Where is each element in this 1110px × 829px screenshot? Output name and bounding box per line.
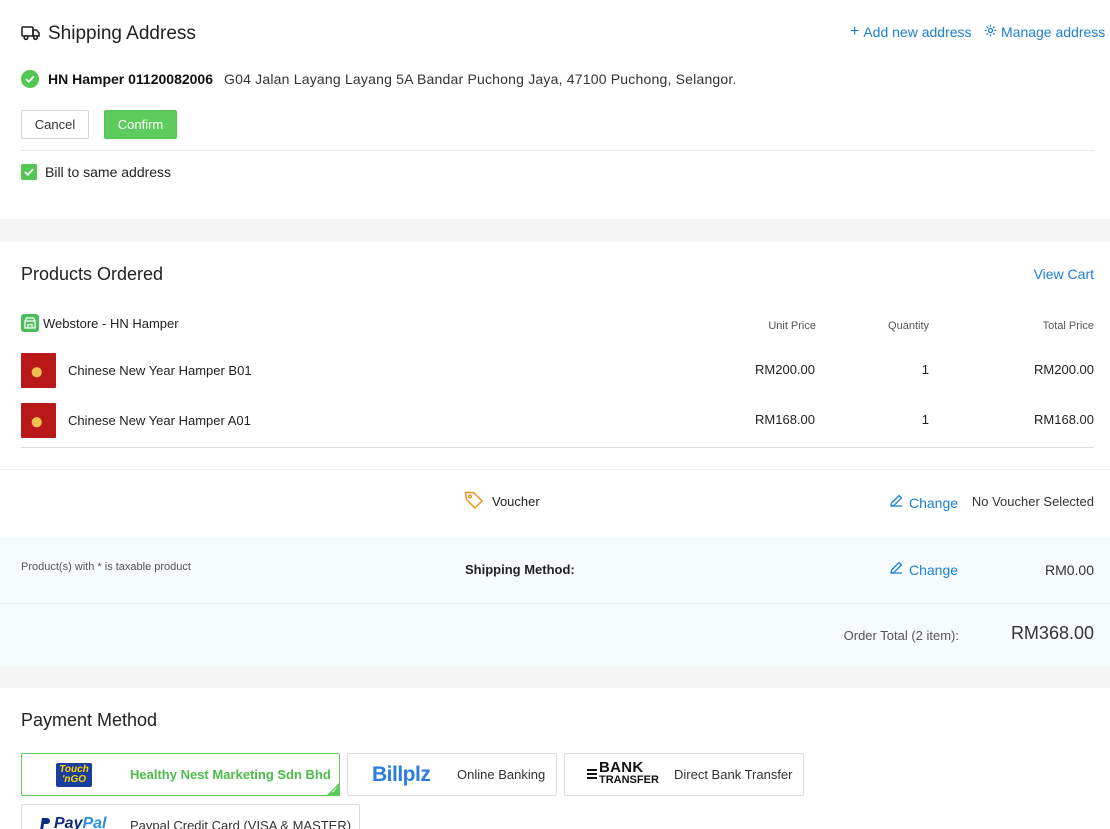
plus-icon: + <box>850 23 860 40</box>
voucher-change-label: Change <box>909 494 959 511</box>
manage-address-label: Manage address <box>1001 24 1106 40</box>
view-cart-link[interactable]: View Cart <box>1034 266 1094 282</box>
product-thumbnail[interactable] <box>21 403 56 438</box>
shipping-method-label: Shipping Method: <box>465 562 575 577</box>
checkbox-check-icon[interactable] <box>21 164 37 180</box>
gear-icon <box>984 24 997 40</box>
touchngo-logo: Touch'nGO <box>56 763 92 787</box>
payment-method-section: Payment Method Touch'nGO Healthy Nest Ma… <box>0 688 1110 829</box>
store-header: Webstore - HN Hamper <box>21 314 179 332</box>
payment-option-label: Paypal Credit Card (VISA & MASTER) <box>130 818 352 829</box>
billplz-logo: Billplz <box>372 763 431 786</box>
product-row: Chinese New Year Hamper A01 RM168.00 1 R… <box>21 403 1094 439</box>
address-name-phone: HN Hamper 01120082006 <box>48 71 214 87</box>
pencil-icon <box>889 494 903 511</box>
selected-address: HN Hamper 01120082006 G04 Jalan Layang L… <box>21 70 737 88</box>
confirm-button[interactable]: Confirm <box>104 110 177 139</box>
voucher-label: Voucher <box>492 494 540 509</box>
col-total-price: Total Price <box>1042 320 1094 332</box>
check-circle-icon <box>21 70 39 88</box>
product-total-price: RM200.00 <box>1034 362 1094 377</box>
check-icon: ✓ <box>331 786 338 795</box>
divider <box>21 447 1094 448</box>
manage-address-link[interactable]: Manage address <box>984 24 1105 40</box>
shipping-title: Shipping Address <box>48 23 196 44</box>
product-unit-price: RM200.00 <box>755 362 815 377</box>
paypal-logo: Pay Pal <box>40 815 106 829</box>
shipping-header: Shipping Address <box>21 23 196 45</box>
product-quantity: 1 <box>921 412 929 427</box>
tag-icon <box>464 491 484 512</box>
truck-icon <box>21 25 40 44</box>
product-thumbnail[interactable] <box>21 353 56 388</box>
bill-same-address-label: Bill to same address <box>45 164 172 180</box>
voucher-label-group: Voucher <box>464 491 540 512</box>
product-name[interactable]: Chinese New Year Hamper A01 <box>68 413 251 428</box>
payment-option-label: Healthy Nest Marketing Sdn Bhd <box>130 767 331 782</box>
add-new-address-label: Add new address <box>863 24 972 40</box>
shipping-change-label: Change <box>909 561 959 578</box>
shipping-method-row: Product(s) with * is taxable product Shi… <box>0 537 1110 603</box>
order-total-label: Order Total (2 item): <box>843 628 959 643</box>
shipping-address-section: Shipping Address + Add new address Manag… <box>0 0 1110 219</box>
payment-title: Payment Method <box>21 710 158 730</box>
payment-option-billplz[interactable]: Billplz Online Banking <box>347 753 557 796</box>
bank-transfer-logo: BANK TRANSFER <box>587 760 659 786</box>
divider <box>21 150 1094 151</box>
address-text: G04 Jalan Layang Layang 5A Bandar Puchon… <box>224 71 737 87</box>
product-name[interactable]: Chinese New Year Hamper B01 <box>68 363 252 378</box>
product-quantity: 1 <box>921 362 929 377</box>
payment-option-bank-transfer[interactable]: BANK TRANSFER Direct Bank Transfer <box>564 753 804 796</box>
voucher-value: No Voucher Selected <box>971 494 1094 509</box>
product-unit-price: RM168.00 <box>755 412 815 427</box>
store-name: Webstore - HN Hamper <box>43 315 179 331</box>
voucher-row: Voucher Change No Voucher Selected <box>0 470 1110 536</box>
product-total-price: RM168.00 <box>1034 412 1094 427</box>
products-ordered-section: Products Ordered View Cart Webstore - HN… <box>0 242 1110 666</box>
tax-note: Product(s) with * is taxable product <box>21 561 191 573</box>
payment-option-label: Online Banking <box>457 767 546 782</box>
payment-option-label: Direct Bank Transfer <box>674 767 793 782</box>
products-title: Products Ordered <box>21 264 164 284</box>
cancel-button[interactable]: Cancel <box>21 110 89 139</box>
payment-option-touchngo[interactable]: Touch'nGO Healthy Nest Marketing Sdn Bhd… <box>21 753 340 796</box>
order-total-row: Order Total (2 item): RM368.00 <box>0 604 1110 666</box>
shipping-change-link[interactable]: Change <box>889 561 958 578</box>
order-total-value: RM368.00 <box>1010 623 1094 643</box>
col-unit-price: Unit Price <box>768 320 816 332</box>
store-icon <box>21 314 39 332</box>
add-new-address-link[interactable]: + Add new address <box>850 23 972 41</box>
col-quantity: Quantity <box>888 320 929 332</box>
bill-same-address-checkbox[interactable]: Bill to same address <box>21 164 171 180</box>
pencil-icon <box>889 561 903 578</box>
shipping-fee: RM0.00 <box>1044 562 1094 578</box>
voucher-change-link[interactable]: Change <box>889 494 958 511</box>
payment-option-paypal[interactable]: Pay Pal Paypal Credit Card (VISA & MASTER… <box>21 804 360 829</box>
product-row: Chinese New Year Hamper B01 RM200.00 1 R… <box>21 353 1094 389</box>
